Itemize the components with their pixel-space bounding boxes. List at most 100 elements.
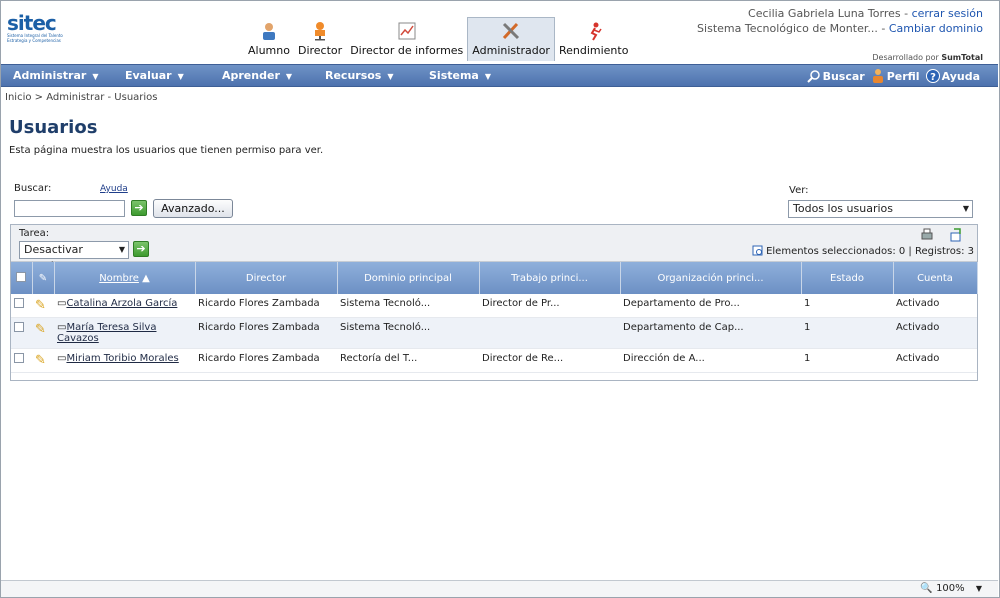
zoom-level: 100% xyxy=(936,583,965,594)
row-checkbox[interactable] xyxy=(14,298,24,308)
row-checkbox[interactable] xyxy=(14,322,24,332)
arrow-right-icon: ➔ xyxy=(136,242,146,255)
account-cell: Activado xyxy=(893,294,977,318)
svg-text:?: ? xyxy=(930,72,936,83)
role-tab-alumno[interactable]: Alumno xyxy=(244,17,294,61)
nav-help-label: Ayuda xyxy=(941,69,980,83)
col-estado[interactable]: Estado xyxy=(801,262,894,294)
search-help-link[interactable]: Ayuda xyxy=(100,184,128,194)
role-tab-director[interactable]: Director xyxy=(294,17,346,61)
menu-aprender[interactable]: Aprender ▼ xyxy=(222,65,292,87)
task-select[interactable]: Desactivar cuentas ▼ xyxy=(19,241,129,272)
chevron-down-icon: ▼ xyxy=(962,204,969,213)
nav-profile[interactable]: Perfil xyxy=(871,68,920,84)
print-icon[interactable] xyxy=(920,228,934,242)
col-label: Cuenta xyxy=(917,272,953,284)
user-name-cell: ▭Catalina Arzola García xyxy=(54,294,195,318)
role-tab-rendimiento[interactable]: Rendimiento xyxy=(555,17,632,61)
search-icon xyxy=(806,70,820,83)
domain-cell: Sistema Tecnoló... xyxy=(337,317,479,349)
sitec-logo[interactable]: sitec Sistema Integral del Talento Estra… xyxy=(7,13,67,53)
profile-icon xyxy=(872,69,883,83)
search-input[interactable] xyxy=(14,200,125,217)
role-label: Director xyxy=(297,44,343,57)
page-description: Esta página muestra los usuarios que tie… xyxy=(9,145,324,156)
sort-nombre-link[interactable]: Nombre xyxy=(99,273,139,284)
records-text: Elementos seleccionados: 0 | Registros: … xyxy=(766,245,974,257)
role-label: Alumno xyxy=(248,44,290,57)
task-toolbar: Tarea: Desactivar cuentas ▼ ➔ Elementos … xyxy=(11,225,977,272)
nav-search[interactable]: Buscar xyxy=(806,69,865,83)
role-tab-administrador[interactable]: Administrador xyxy=(467,17,555,61)
user-name-cell: ▭Miriam Toribio Morales xyxy=(54,348,195,373)
job-cell: Director de Re... xyxy=(479,348,620,373)
user-name-link[interactable]: Catalina Arzola García xyxy=(66,298,177,309)
records-info: Elementos seleccionados: 0 | Registros: … xyxy=(752,245,974,257)
user-info: Cecilia Gabriela Luna Torres - cerrar se… xyxy=(697,7,983,35)
arrow-right-icon: ➔ xyxy=(134,201,144,214)
user-name-link[interactable]: María Teresa Silva Cavazos xyxy=(57,322,156,344)
state-cell: 1 xyxy=(801,317,893,349)
table-header-row: ✎ Nombre ▲ Director Dominio principal Tr… xyxy=(11,262,978,294)
menu-administrar[interactable]: Administrar ▼ xyxy=(13,65,98,87)
row-checkbox[interactable] xyxy=(14,353,24,363)
main-nav: Administrar ▼ Evaluar ▼ Aprender ▼ Recursos… xyxy=(1,64,998,87)
row-select-cell xyxy=(11,317,32,349)
menu-label: Aprender xyxy=(222,69,280,82)
user-name-link[interactable]: Miriam Toribio Morales xyxy=(66,353,178,364)
user-name: Cecilia Gabriela Luna Torres xyxy=(748,7,901,20)
state-cell: 1 xyxy=(801,294,893,318)
director-cell: Ricardo Flores Zambada xyxy=(195,294,337,318)
menu-sistema[interactable]: Sistema ▼ xyxy=(429,65,491,87)
pencil-icon[interactable]: ✎ xyxy=(35,298,46,313)
help-icon: ? xyxy=(925,69,940,83)
view-select-value: Todos los usuarios xyxy=(793,202,893,215)
role-tab-director-informes[interactable]: Director de informes xyxy=(346,17,467,61)
nav-help[interactable]: ? Ayuda xyxy=(925,69,980,83)
selection-icon xyxy=(752,245,763,256)
pencil-icon[interactable]: ✎ xyxy=(35,322,46,337)
change-domain-link[interactable]: Cambiar dominio xyxy=(889,22,983,35)
pencil-icon: ✎ xyxy=(38,272,48,284)
col-label: Nombre xyxy=(99,272,139,284)
col-nombre[interactable]: Nombre ▲ xyxy=(54,262,196,294)
report-chart-icon xyxy=(396,21,418,41)
logout-link[interactable]: cerrar sesión xyxy=(912,7,983,20)
task-label: Tarea: xyxy=(19,228,50,239)
logo-word: sitec xyxy=(7,11,57,35)
menu-recursos[interactable]: Recursos ▼ xyxy=(325,65,394,87)
advanced-search-button[interactable]: Avanzado... xyxy=(153,199,233,218)
select-all-checkbox[interactable] xyxy=(16,271,27,282)
task-go-button[interactable]: ➔ xyxy=(133,241,149,257)
table-row: ✎ ▭Miriam Toribio Morales Ricardo Flores… xyxy=(11,348,977,373)
search-label: Buscar: xyxy=(14,183,52,194)
org-cell: Departamento de Pro... xyxy=(620,294,801,318)
menu-label: Administrar xyxy=(13,69,87,82)
user-name-cell: ▭María Teresa Silva Cavazos xyxy=(54,317,195,349)
search-go-button[interactable]: ➔ xyxy=(131,200,147,216)
role-label: Administrador xyxy=(472,44,550,57)
export-icon[interactable] xyxy=(948,228,962,242)
col-organizacion[interactable]: Organización princi... xyxy=(620,262,802,294)
domain-cell: Sistema Tecnoló... xyxy=(337,294,479,318)
edit-cell: ✎ xyxy=(32,317,54,349)
role-label: Director de informes xyxy=(350,44,464,57)
col-dominio[interactable]: Dominio principal xyxy=(337,262,480,294)
col-cuenta[interactable]: Cuenta xyxy=(893,262,978,294)
view-select[interactable]: Todos los usuarios ▼ xyxy=(788,200,973,218)
chevron-down-icon: ▼ xyxy=(484,72,491,81)
col-director[interactable]: Director xyxy=(195,262,338,294)
dev-prefix: Desarrollado por xyxy=(872,53,939,62)
users-table: ✎ Nombre ▲ Director Dominio principal Tr… xyxy=(11,262,978,373)
menu-evaluar[interactable]: Evaluar ▼ xyxy=(125,65,184,87)
table-row: ✎ ▭Catalina Arzola García Ricardo Flores… xyxy=(11,294,977,318)
pencil-icon[interactable]: ✎ xyxy=(35,353,46,368)
menu-label: Sistema xyxy=(429,69,479,82)
developed-by: Desarrollado por SumTotal xyxy=(872,53,983,62)
director-cell: Ricardo Flores Zambada xyxy=(195,348,337,373)
col-trabajo[interactable]: Trabajo princi... xyxy=(479,262,621,294)
col-label: Dominio principal xyxy=(364,272,452,284)
nav-profile-label: Perfil xyxy=(886,69,920,83)
zoom-icon: 🔍 xyxy=(920,583,933,594)
zoom-control[interactable]: 🔍 100% ▼ xyxy=(920,583,982,594)
